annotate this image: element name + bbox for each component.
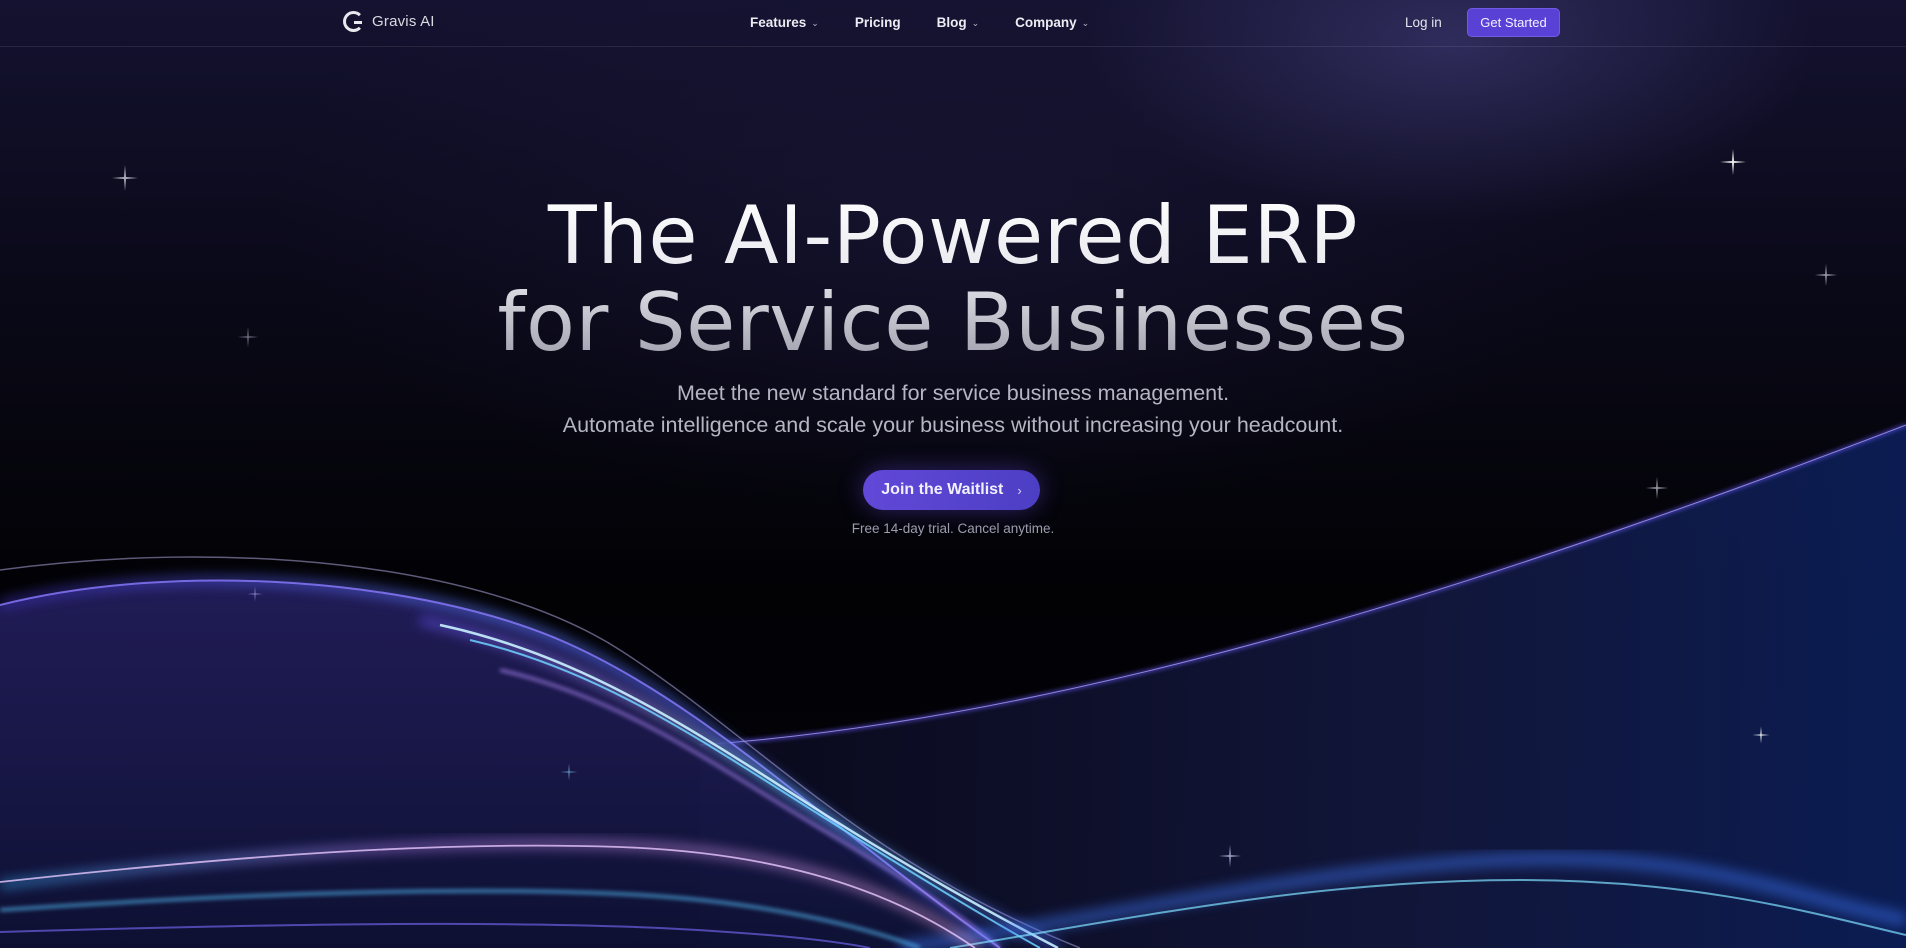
hero-subtitle-line1: Meet the new standard for service busine… <box>676 381 1230 405</box>
get-started-button[interactable]: Get Started <box>1467 8 1560 37</box>
nav-item-company[interactable]: Company ⌄ <box>1015 15 1089 30</box>
join-waitlist-button[interactable]: Join the Waitlist › <box>863 470 1040 510</box>
sparkle-icon <box>560 763 578 781</box>
top-navbar: Gravis AI Features ⌄ Pricing Blog ⌄ Comp… <box>0 0 1906 47</box>
logo-g-icon <box>343 11 364 32</box>
hero-title-line2: for Service Businesses <box>497 276 1409 369</box>
nav-item-label: Company <box>1015 15 1077 30</box>
brand-logo[interactable]: Gravis AI <box>343 11 435 32</box>
sparkle-icon <box>1720 149 1746 175</box>
sparkle-icon <box>112 165 138 191</box>
chevron-down-icon: ⌄ <box>811 18 819 28</box>
nav-item-pricing[interactable]: Pricing <box>855 15 901 30</box>
chevron-down-icon: ⌄ <box>1081 18 1090 28</box>
nav-item-features[interactable]: Features ⌄ <box>750 15 819 30</box>
cta-label: Join the Waitlist <box>881 481 1004 498</box>
nav-item-label: Blog <box>936 15 967 30</box>
chevron-down-icon: ⌄ <box>971 18 980 28</box>
sparkle-icon <box>1645 476 1669 500</box>
nav-links: Features ⌄ Pricing Blog ⌄ Company ⌄ <box>750 15 1125 30</box>
nav-item-label: Pricing <box>854 15 901 30</box>
sparkle-icon <box>1752 726 1770 744</box>
hero-subtitle-line2: Automate intelligence and scale your bus… <box>562 413 1344 437</box>
logo-text: Gravis AI <box>372 13 435 30</box>
sparkle-icon <box>247 586 263 602</box>
trial-note: Free 14-day trial. Cancel anytime. <box>851 521 1055 536</box>
hero-subtitle: Meet the new standard for service busine… <box>0 377 1906 441</box>
nav-item-blog[interactable]: Blog ⌄ <box>937 15 980 30</box>
nav-item-label: Features <box>750 15 807 30</box>
sparkle-icon <box>1218 844 1242 868</box>
hero-title-line1: The AI-Powered ERP <box>547 189 1359 282</box>
login-link[interactable]: Log in <box>1405 15 1442 30</box>
hero-title: The AI-Powered ERP for Service Businesse… <box>0 192 1906 366</box>
chevron-right-icon: › <box>1017 482 1022 498</box>
